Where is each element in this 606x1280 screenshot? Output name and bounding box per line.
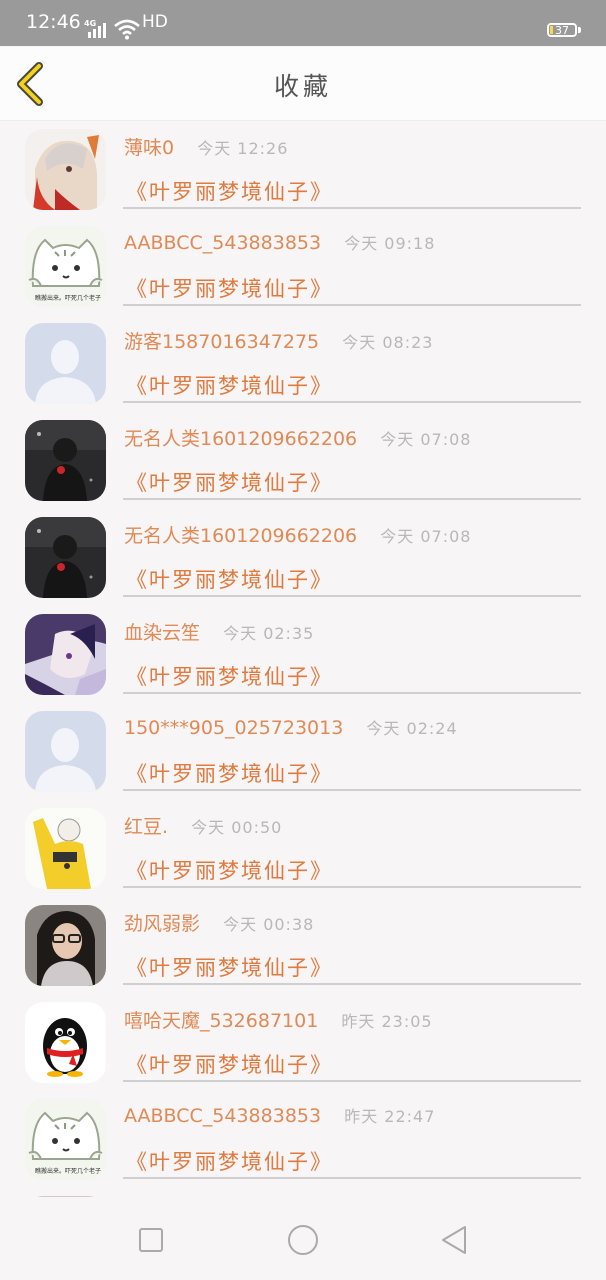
dark-figure-avatar[interactable] [25, 517, 106, 598]
username: 150***905_025723013 [124, 717, 344, 739]
username: 薄味0 [124, 137, 175, 159]
anime-purple-avatar[interactable] [25, 614, 106, 695]
divider [123, 789, 581, 791]
dark-figure-avatar[interactable] [25, 420, 106, 501]
novel-title-link[interactable]: 《叶罗丽梦境仙子》 [126, 564, 333, 594]
hd-indicator: HD [142, 12, 168, 32]
header: 收藏 [0, 47, 606, 121]
anime-fox-avatar[interactable] [25, 129, 106, 210]
home-icon[interactable] [283, 1220, 323, 1260]
divider [123, 692, 581, 694]
wifi-icon [114, 19, 140, 40]
novel-title-link[interactable]: 《叶罗丽梦境仙子》 [126, 758, 333, 788]
list-item[interactable]: 瞧搬出来。吓死几个老子 AABBCC_543883853 昨天 22:47 《叶… [0, 1091, 606, 1188]
username: AABBCC_543883853 [124, 232, 322, 254]
timestamp: 今天 02:35 [223, 624, 315, 643]
back-icon[interactable] [434, 1220, 474, 1260]
cat-cartoon-avatar[interactable]: 瞧搬出来。吓死几个老子 [25, 1099, 106, 1180]
list-item[interactable]: 嘻哈天魔_532687101 昨天 23:05 《叶罗丽梦境仙子》 [0, 994, 606, 1091]
timestamp: 今天 00:38 [223, 915, 315, 934]
system-nav-bar [0, 1198, 606, 1280]
timestamp: 今天 09:18 [344, 234, 436, 253]
divider [123, 886, 581, 888]
battery-level-text: 37 [555, 24, 569, 37]
divider [123, 595, 581, 597]
girl-photo-avatar[interactable] [25, 905, 106, 986]
timestamp: 今天 07:08 [380, 527, 472, 546]
page-title: 收藏 [273, 72, 332, 101]
novel-title-link[interactable]: 《叶罗丽梦境仙子》 [126, 661, 333, 691]
qq-penguin-avatar[interactable] [25, 1002, 106, 1083]
list-item[interactable]: 无名人类1601209662206 今天 07:08 《叶罗丽梦境仙子》 [0, 509, 606, 606]
default-avatar[interactable] [25, 711, 106, 792]
timestamp: 今天 07:08 [380, 430, 472, 449]
divider [123, 1177, 581, 1179]
list-item[interactable]: 薄味0 今天 12:26 《叶罗丽梦境仙子》 [0, 121, 606, 218]
novel-title-link[interactable]: 《叶罗丽梦境仙子》 [126, 952, 333, 982]
list-item[interactable]: 瞧搬出来。吓死几个老子 AABBCC_543883853 今天 09:18 《叶… [0, 218, 606, 315]
novel-title-link[interactable]: 《叶罗丽梦境仙子》 [126, 855, 333, 885]
list-item[interactable]: 劲风弱影 今天 00:38 《叶罗丽梦境仙子》 [0, 897, 606, 994]
username: 红豆. [124, 816, 169, 838]
novel-title-link[interactable]: 《叶罗丽梦境仙子》 [126, 370, 333, 400]
list-item[interactable]: 红豆. 今天 00:50 《叶罗丽梦境仙子》 [0, 800, 606, 897]
list-item[interactable]: 150***905_025723013 今天 02:24 《叶罗丽梦境仙子》 [0, 703, 606, 800]
username: AABBCC_543883853 [124, 1105, 322, 1127]
novel-title-link[interactable]: 《叶罗丽梦境仙子》 [126, 1146, 333, 1176]
divider [123, 498, 581, 500]
timestamp: 今天 12:26 [197, 139, 289, 158]
yellow-hoodie-avatar[interactable] [25, 808, 106, 889]
divider [123, 304, 581, 306]
timestamp: 昨天 22:47 [344, 1107, 436, 1126]
favorites-list: 薄味0 今天 12:26 《叶罗丽梦境仙子》 瞧搬出来。吓死几个老子 AABBC… [0, 121, 606, 1197]
timestamp: 今天 08:23 [342, 333, 434, 352]
timestamp: 昨天 23:05 [341, 1012, 433, 1031]
divider [123, 207, 581, 209]
default-avatar[interactable] [25, 323, 106, 404]
svg-text:瞧搬出来。吓死几个老子: 瞧搬出来。吓死几个老子 [35, 294, 101, 302]
list-item[interactable]: 无名人类1601209662206 今天 07:08 《叶罗丽梦境仙子》 [0, 412, 606, 509]
cat-cartoon-avatar[interactable]: 瞧搬出来。吓死几个老子 [25, 226, 106, 307]
battery-icon: 37 [547, 23, 577, 37]
status-time: 12:46 [26, 11, 81, 33]
svg-text:瞧搬出来。吓死几个老子: 瞧搬出来。吓死几个老子 [35, 1167, 101, 1175]
timestamp: 今天 00:50 [191, 818, 283, 837]
timestamp: 今天 02:24 [366, 719, 458, 738]
list-item[interactable] [0, 1188, 606, 1197]
username: 无名人类1601209662206 [124, 525, 358, 547]
divider [123, 401, 581, 403]
novel-title-link[interactable]: 《叶罗丽梦境仙子》 [126, 176, 333, 206]
partial-avatar[interactable] [25, 1196, 106, 1197]
novel-title-link[interactable]: 《叶罗丽梦境仙子》 [126, 467, 333, 497]
username: 游客15870163472​75 [124, 331, 320, 353]
novel-title-link[interactable]: 《叶罗丽梦境仙子》 [126, 1049, 333, 1079]
novel-title-link[interactable]: 《叶罗丽梦境仙子》 [126, 273, 333, 303]
username: 劲风弱影 [124, 913, 201, 935]
username: 无名人类1601209662206 [124, 428, 358, 450]
recent-apps-icon[interactable] [131, 1220, 171, 1260]
list-item[interactable]: 血染云笙 今天 02:35 《叶罗丽梦境仙子》 [0, 606, 606, 703]
username: 血染云笙 [124, 622, 201, 644]
divider [123, 1080, 581, 1082]
signal-icon [86, 22, 108, 38]
status-bar: 12:46 4G HD 37 [0, 0, 606, 46]
divider [123, 983, 581, 985]
list-item[interactable]: 游客15870163472​75 今天 08:23 《叶罗丽梦境仙子》 [0, 315, 606, 412]
username: 嘻哈天魔_532687101 [124, 1010, 319, 1032]
